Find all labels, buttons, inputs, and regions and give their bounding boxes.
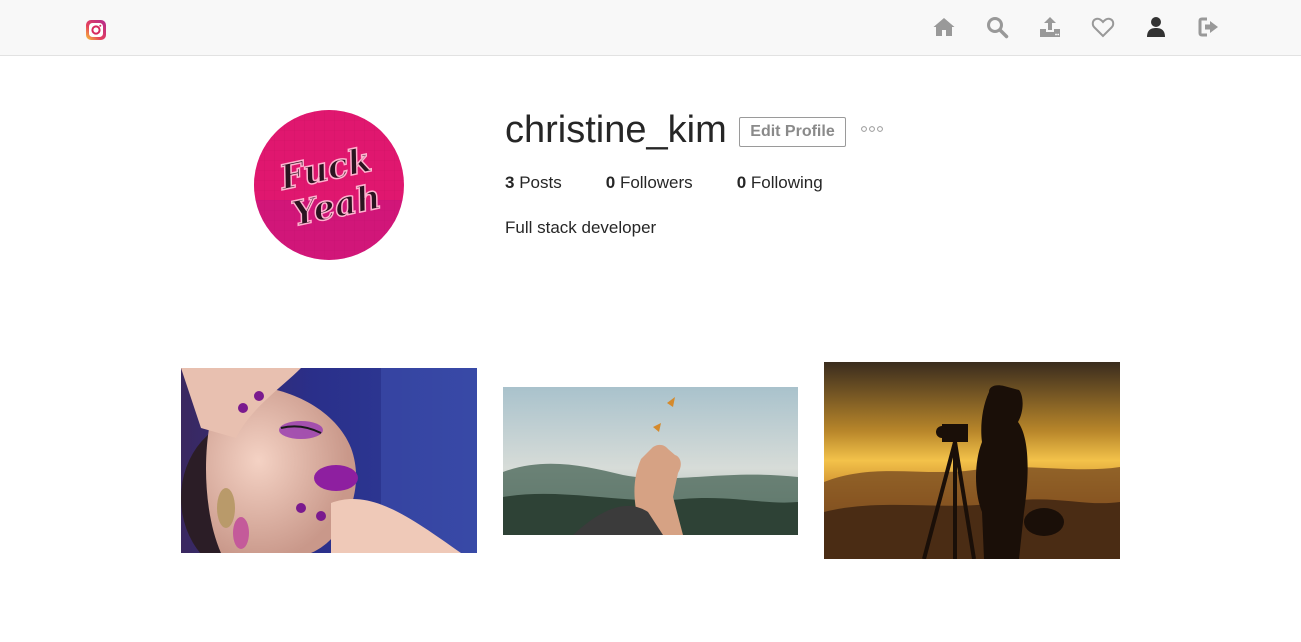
posts-count: 3 — [505, 173, 515, 192]
heart-icon[interactable] — [1090, 14, 1115, 39]
post-thumbnail-2[interactable] — [503, 387, 798, 535]
search-icon[interactable] — [984, 14, 1009, 39]
avatar[interactable]: Fuck Yeah — [254, 110, 404, 260]
upload-icon[interactable] — [1037, 14, 1062, 39]
followers-stat[interactable]: 0 Followers — [606, 173, 693, 193]
followers-count: 0 — [605, 173, 616, 192]
following-label: Following — [750, 173, 823, 192]
more-options-icon[interactable] — [860, 122, 886, 136]
followers-label: Followers — [619, 173, 693, 192]
logout-icon[interactable] — [1196, 14, 1221, 39]
posts-label: Posts — [519, 173, 562, 192]
top-navbar — [0, 0, 1301, 56]
user-icon[interactable] — [1143, 14, 1168, 39]
post-thumbnail-3[interactable] — [824, 362, 1120, 559]
edit-profile-button[interactable]: Edit Profile — [739, 117, 846, 147]
following-count: 0 — [736, 173, 747, 192]
profile-bio: Full stack developer — [505, 218, 657, 237]
profile-stats: 3 Posts 0 Followers 0 Following — [505, 173, 867, 193]
instagram-logo-icon[interactable] — [85, 19, 107, 41]
home-icon[interactable] — [931, 14, 956, 39]
following-stat[interactable]: 0 Following — [737, 173, 823, 193]
post-thumbnail-1[interactable] — [181, 368, 477, 553]
posts-stat[interactable]: 3 Posts — [505, 173, 562, 193]
username: christine_kim — [505, 109, 727, 151]
